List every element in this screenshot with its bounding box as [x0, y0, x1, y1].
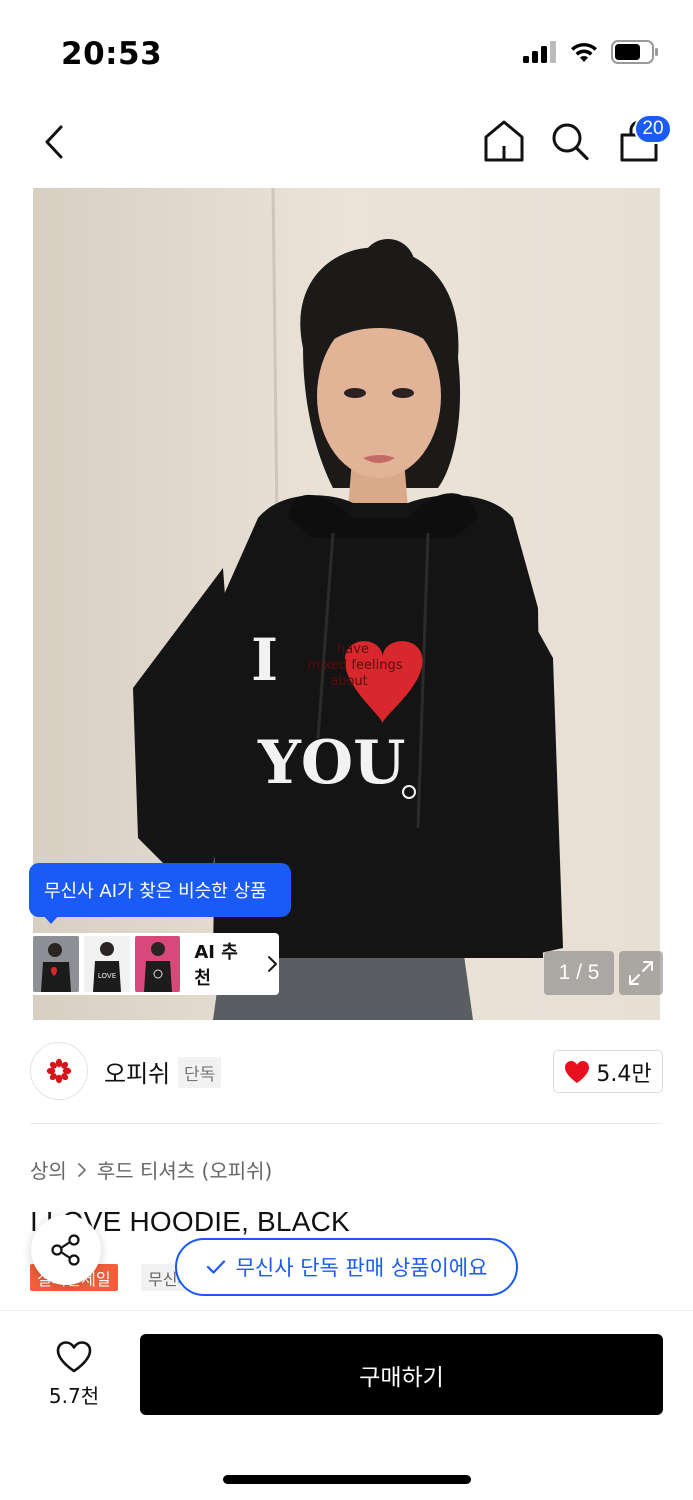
- ai-thumbnail[interactable]: [33, 936, 79, 992]
- home-icon: [484, 120, 524, 162]
- checkmark-icon: [206, 1260, 225, 1274]
- cellular-signal-icon: [523, 41, 556, 63]
- ai-similar-products-bubble[interactable]: 무신사 AI가 찾은 비슷한 상품: [29, 863, 291, 917]
- search-icon: [552, 123, 589, 161]
- brand-row: 오피쉬 단독 5.4만: [30, 1040, 663, 1104]
- wifi-icon: [571, 42, 597, 62]
- home-button[interactable]: [482, 118, 526, 164]
- wishlist-count: 5.7천: [48, 1383, 100, 1408]
- search-button[interactable]: [548, 118, 592, 164]
- share-icon: [51, 1234, 80, 1266]
- print-about: about: [330, 674, 368, 689]
- exclusive-toast: 무신사 단독 판매 상품이에요: [175, 1238, 518, 1296]
- ai-bubble-text: 무신사 AI가 찾은 비슷한 상품: [44, 881, 267, 902]
- print-have: have: [337, 642, 369, 657]
- back-button[interactable]: [34, 120, 74, 164]
- brand-logo[interactable]: [30, 1042, 88, 1100]
- heart-outline-icon: [56, 1340, 92, 1372]
- cart-count-badge: 20: [634, 114, 672, 144]
- ai-recommend-strip[interactable]: LOVE AI 추천: [30, 933, 279, 995]
- heart-filled-icon: [565, 1060, 590, 1083]
- breadcrumb-subcategory[interactable]: 후드 티셔츠 (오피쉬): [97, 1155, 273, 1184]
- status-time: 20:53: [61, 36, 163, 72]
- battery-icon: [611, 40, 658, 64]
- ai-bubble-tail: [42, 914, 60, 924]
- status-bar: 20:53: [0, 0, 693, 100]
- wishlist-button[interactable]: 5.7천: [30, 1334, 118, 1414]
- chevron-left-icon: [45, 125, 63, 159]
- exclusive-tag: 단독: [178, 1057, 222, 1088]
- chevron-right-icon: [268, 956, 278, 972]
- expand-icon: [629, 961, 653, 985]
- print-you: YOU: [257, 728, 405, 798]
- breadcrumb: 상의 후드 티셔츠 (오피쉬): [30, 1155, 272, 1184]
- print-letter-i: I: [251, 626, 278, 694]
- share-button[interactable]: [31, 1215, 101, 1285]
- ai-thumbnail-love-text: LOVE: [98, 972, 116, 980]
- ai-thumbnail[interactable]: [134, 936, 181, 992]
- brand-like-count: 5.4만: [596, 1061, 652, 1087]
- section-divider: [30, 1123, 663, 1124]
- ai-thumbnail[interactable]: LOVE: [83, 936, 130, 992]
- breadcrumb-category[interactable]: 상의: [30, 1155, 67, 1184]
- top-nav: [0, 100, 693, 186]
- print-mixed-feelings: mixed feelings: [307, 658, 402, 673]
- buy-button[interactable]: 구매하기: [140, 1334, 663, 1415]
- home-indicator[interactable]: [223, 1475, 471, 1484]
- image-page-counter: 1 / 5: [544, 951, 614, 995]
- brand-logo-icon: [46, 1058, 72, 1084]
- status-icons: [523, 40, 659, 64]
- brand-like-button[interactable]: 5.4만: [553, 1050, 663, 1093]
- bottom-bar-divider: [0, 1310, 693, 1311]
- expand-image-button[interactable]: [619, 951, 663, 995]
- toast-text: 무신사 단독 판매 상품이에요: [235, 1256, 488, 1280]
- ai-recommend-label: AI 추천: [194, 942, 238, 989]
- breadcrumb-chevron-icon: [77, 1162, 86, 1177]
- brand-name[interactable]: 오피쉬: [104, 1054, 170, 1089]
